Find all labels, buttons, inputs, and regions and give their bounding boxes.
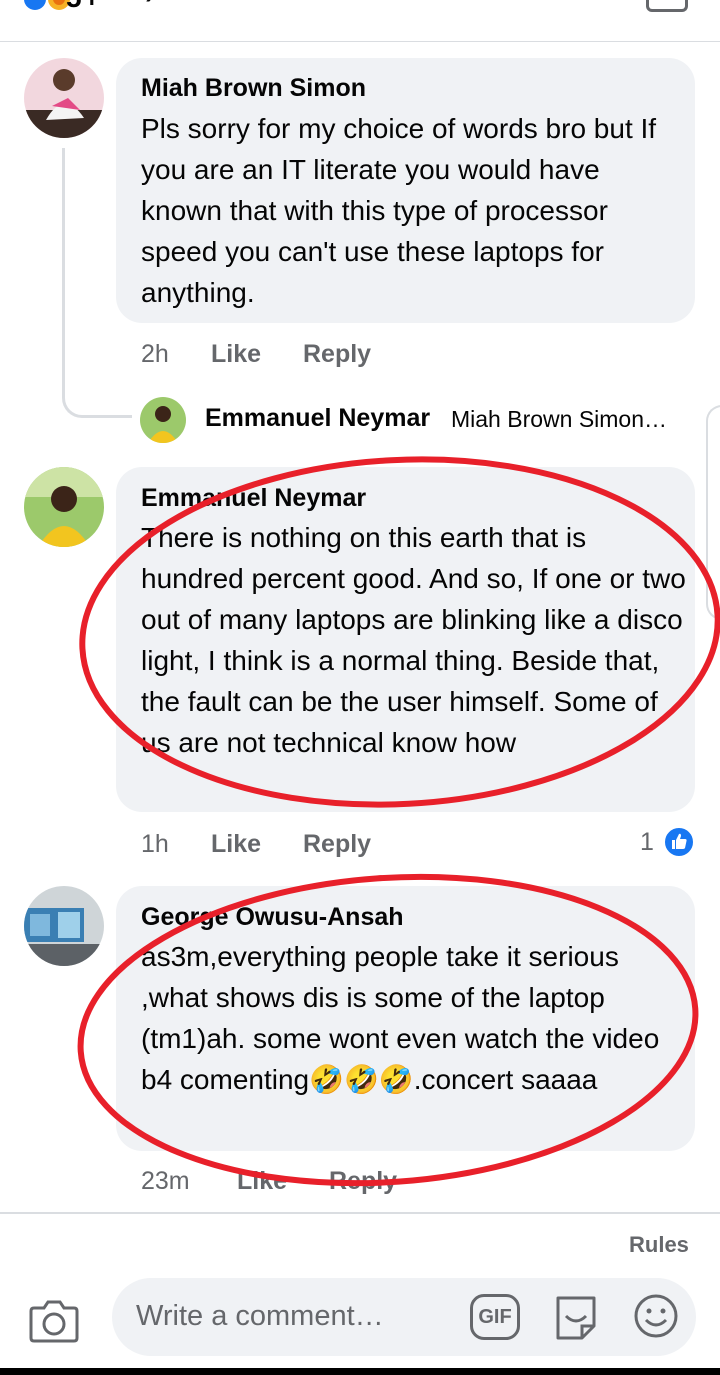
emoji-icon[interactable] xyxy=(632,1292,680,1340)
comment-author[interactable]: George Owusu-Ansah xyxy=(141,903,404,932)
comment-author[interactable]: Miah Brown Simon xyxy=(141,74,366,103)
like-button[interactable]: Like xyxy=(237,1167,287,1196)
reply-button[interactable]: Reply xyxy=(303,340,371,369)
comment-text: There is nothing on this earth that is h… xyxy=(141,522,686,758)
like-button[interactable]: Like xyxy=(211,830,261,859)
comment-composer[interactable]: GIF xyxy=(112,1278,696,1356)
avatar-miah-brown-simon[interactable] xyxy=(24,58,104,138)
avatar-emmanuel-neymar[interactable] xyxy=(24,467,104,547)
like-reaction-icon xyxy=(22,0,48,12)
side-panel-tab[interactable] xyxy=(706,405,720,620)
comment-author[interactable]: Emmanuel Neymar xyxy=(141,484,366,513)
sticker-icon[interactable] xyxy=(552,1292,600,1342)
reply-button[interactable]: Reply xyxy=(329,1167,397,1196)
comment-time: 2h xyxy=(141,340,169,368)
reply-thread-line xyxy=(62,148,132,418)
comment-input[interactable] xyxy=(136,1296,466,1336)
share-icon[interactable] xyxy=(646,0,688,12)
camera-icon[interactable] xyxy=(28,1296,80,1344)
composer-divider xyxy=(0,1212,720,1214)
comment-text: Pls sorry for my choice of words bro but… xyxy=(141,113,657,308)
avatar-george-owusu-ansah[interactable] xyxy=(24,886,104,966)
system-navigation-bar xyxy=(0,1368,720,1375)
reactions-summary-bar[interactable]: 5+ › xyxy=(0,0,720,42)
comment-time: 23m xyxy=(141,1167,190,1195)
chevron-right-icon[interactable]: › xyxy=(145,0,156,13)
gif-icon[interactable]: GIF xyxy=(470,1294,520,1340)
reply-preview-author[interactable]: Emmanuel Neymar xyxy=(205,404,430,433)
avatar-emmanuel-neymar-small[interactable] xyxy=(140,397,186,443)
rules-link[interactable]: Rules xyxy=(629,1232,689,1258)
thumbs-up-icon xyxy=(663,826,695,858)
comment-text: as3m,everything people take it serious ,… xyxy=(141,941,660,1095)
reply-button[interactable]: Reply xyxy=(303,830,371,859)
comment-reaction-count[interactable]: 1 xyxy=(640,828,654,857)
comment-time: 1h xyxy=(141,830,169,858)
reaction-count[interactable]: 5+ xyxy=(66,0,102,14)
like-button[interactable]: Like xyxy=(211,340,261,369)
reply-preview-text[interactable]: Miah Brown Simon… xyxy=(451,406,667,433)
